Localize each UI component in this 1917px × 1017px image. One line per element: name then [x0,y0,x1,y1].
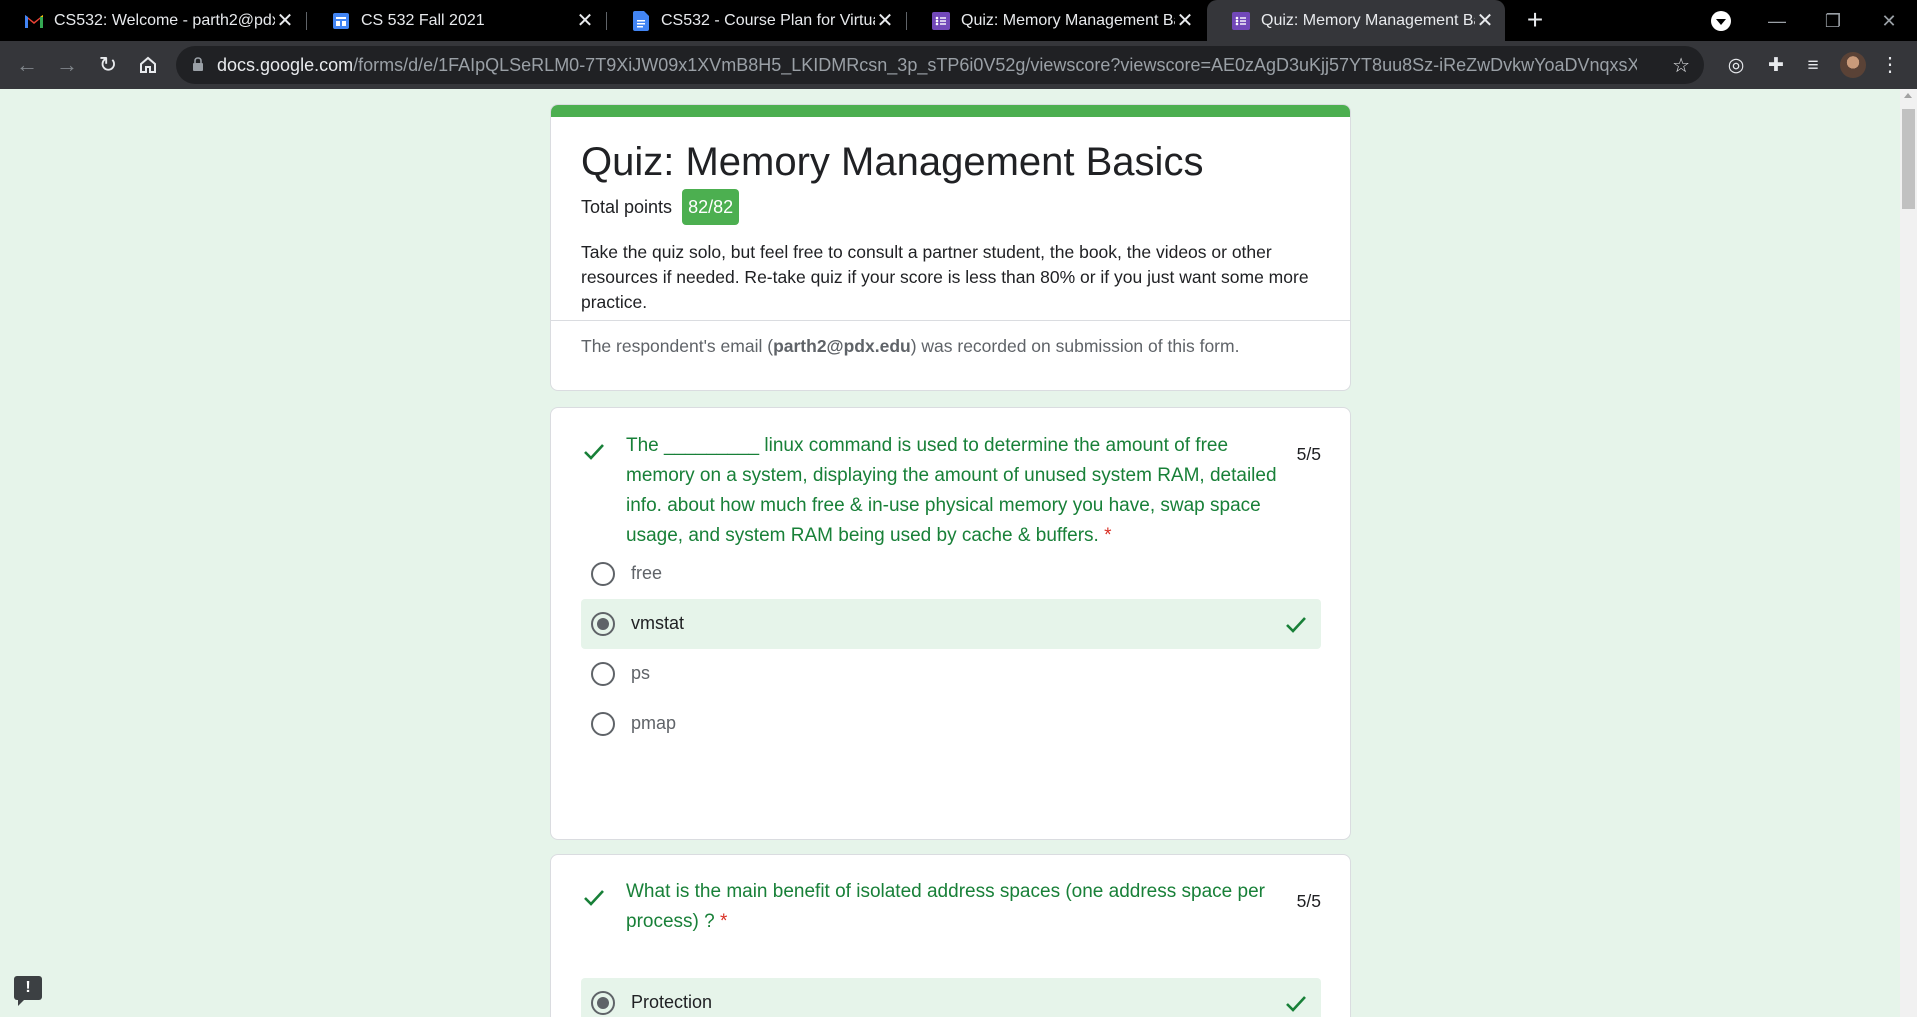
option-pmap[interactable]: pmap [581,699,1321,749]
radio-button[interactable] [591,662,615,686]
tab-title: Quiz: Memory Management Basi [961,11,1175,29]
question-card: The _________ linux command is used to d… [550,407,1351,840]
close-window-icon[interactable]: ✕ [1869,6,1909,36]
tab-title: Quiz: Memory Management Basi [1261,11,1475,29]
radio-button[interactable] [591,562,615,586]
header-divider [551,320,1350,321]
scrollbar-thumb[interactable] [1902,109,1915,209]
send-feedback-icon[interactable]: ! [14,976,42,1006]
total-points-row: Total points 82/82 [581,189,740,225]
option-free[interactable]: free [581,549,1321,599]
option-label: pmap [631,713,677,733]
tab-search-dropdown-icon[interactable] [1711,11,1731,31]
tab-close-icon[interactable]: ✕ [575,8,595,33]
page-viewport: Quiz: Memory Management Basics Total poi… [0,89,1900,1017]
bookmark-star-icon[interactable]: ☆ [1672,53,1690,78]
url-text: docs.google.com/forms/d/e/1FAIpQLSeRLM0-… [217,55,1637,76]
option-label: free [631,563,663,583]
form-title: Quiz: Memory Management Basics [581,140,1204,184]
radio-button-selected[interactable] [591,612,615,636]
theme-color-bar [551,105,1350,117]
correct-check-icon [1283,990,1309,1016]
scroll-up-arrow-icon[interactable] [1904,93,1912,98]
reload-icon[interactable]: ↻ [92,49,124,81]
option-vmstat[interactable]: vmstat [581,599,1321,649]
tab-course-plan[interactable]: CS532 - Course Plan for Virtualiz ✕ [607,0,905,41]
question-card: What is the main benefit of isolated add… [550,854,1351,1017]
score-badge: 82/82 [682,189,740,225]
option-protection[interactable]: Protection [581,978,1321,1017]
back-arrow-icon[interactable]: ← [11,49,43,81]
tab-close-icon[interactable]: ✕ [1175,8,1195,33]
google-forms-icon [1231,11,1251,31]
browser-toolbar: ← → ↻ docs.google.com/forms/d/e/1FAIpQLS… [0,41,1917,89]
respondent-email: parth2@pdx.edu [773,336,911,356]
tab-quiz-1[interactable]: Quiz: Memory Management Basi ✕ [907,0,1205,41]
email-note-suffix: ) was recorded on submission of this for… [910,336,1240,356]
restore-icon[interactable]: ❐ [1813,6,1853,36]
tab-title: CS532: Welcome - parth2@pdx.e [54,11,275,29]
minimize-icon[interactable]: — [1757,6,1797,36]
tab-title: CS 532 Fall 2021 [361,11,485,29]
profile-avatar[interactable] [1840,52,1866,78]
option-label: ps [631,663,651,683]
form-description: Take the quiz solo, but feel free to con… [581,242,1309,312]
url-host: docs.google.com [217,55,354,75]
gmail-icon [24,11,44,31]
forward-arrow-icon[interactable]: → [51,49,83,81]
google-forms-icon [931,11,951,31]
email-recorded-note: The respondent's email (parth2@pdx.edu) … [581,336,1239,357]
radio-button[interactable] [591,712,615,736]
required-asterisk: * [719,911,728,932]
kebab-menu-icon[interactable]: ⋮ [1880,53,1900,79]
correct-check-icon [581,438,607,464]
tab-title: CS532 - Course Plan for Virtualiz [661,11,875,29]
lock-icon[interactable] [192,57,204,71]
tab-cs532-site[interactable]: CS 532 Fall 2021 ✕ [307,0,605,41]
tab-close-icon[interactable]: ✕ [875,8,895,33]
google-docs-icon [631,10,651,31]
tab-quiz-active[interactable]: Quiz: Memory Management Basi ✕ [1207,0,1505,41]
question-text: What is the main benefit of isolated add… [626,877,1291,937]
tab-close-icon[interactable]: ✕ [275,8,295,33]
option-label: vmstat [631,613,685,633]
option-ps[interactable]: ps [581,649,1321,699]
browser-tab-strip: CS532: Welcome - parth2@pdx.e ✕ CS 532 F… [0,0,1917,41]
radio-button-selected[interactable] [591,991,615,1015]
tab-gmail[interactable]: CS532: Welcome - parth2@pdx.e ✕ [0,0,305,41]
question-score: 5/5 [1296,444,1321,464]
correct-check-icon [1283,611,1309,637]
question-text-body: The _________ linux command is used to d… [626,435,1277,546]
extensions-puzzle-icon[interactable]: ✚ [1763,53,1789,79]
google-sites-icon [331,11,351,31]
option-label: Protection [631,992,713,1012]
question-text: The _________ linux command is used to d… [626,431,1291,551]
media-control-icon[interactable]: ≡ [1800,53,1826,79]
url-path: /forms/d/e/1FAIpQLSeRLM0-7T9XiJW09x1XVmB… [353,55,1637,75]
total-points-label: Total points [581,196,673,217]
address-bar[interactable]: docs.google.com/forms/d/e/1FAIpQLSeRLM0-… [176,46,1704,84]
new-tab-plus-icon[interactable]: + [1520,6,1550,36]
email-note-prefix: The respondent's email ( [581,336,774,356]
home-icon[interactable] [132,49,164,81]
required-asterisk: * [1104,525,1112,546]
form-header-card: Quiz: Memory Management Basics Total poi… [550,104,1351,391]
correct-check-icon [581,884,607,910]
tab-close-icon[interactable]: ✕ [1475,8,1495,33]
page-scrollbar[interactable] [1900,89,1917,1017]
question-score: 5/5 [1296,891,1321,911]
extension-headset-icon[interactable]: ◎ [1723,53,1749,79]
